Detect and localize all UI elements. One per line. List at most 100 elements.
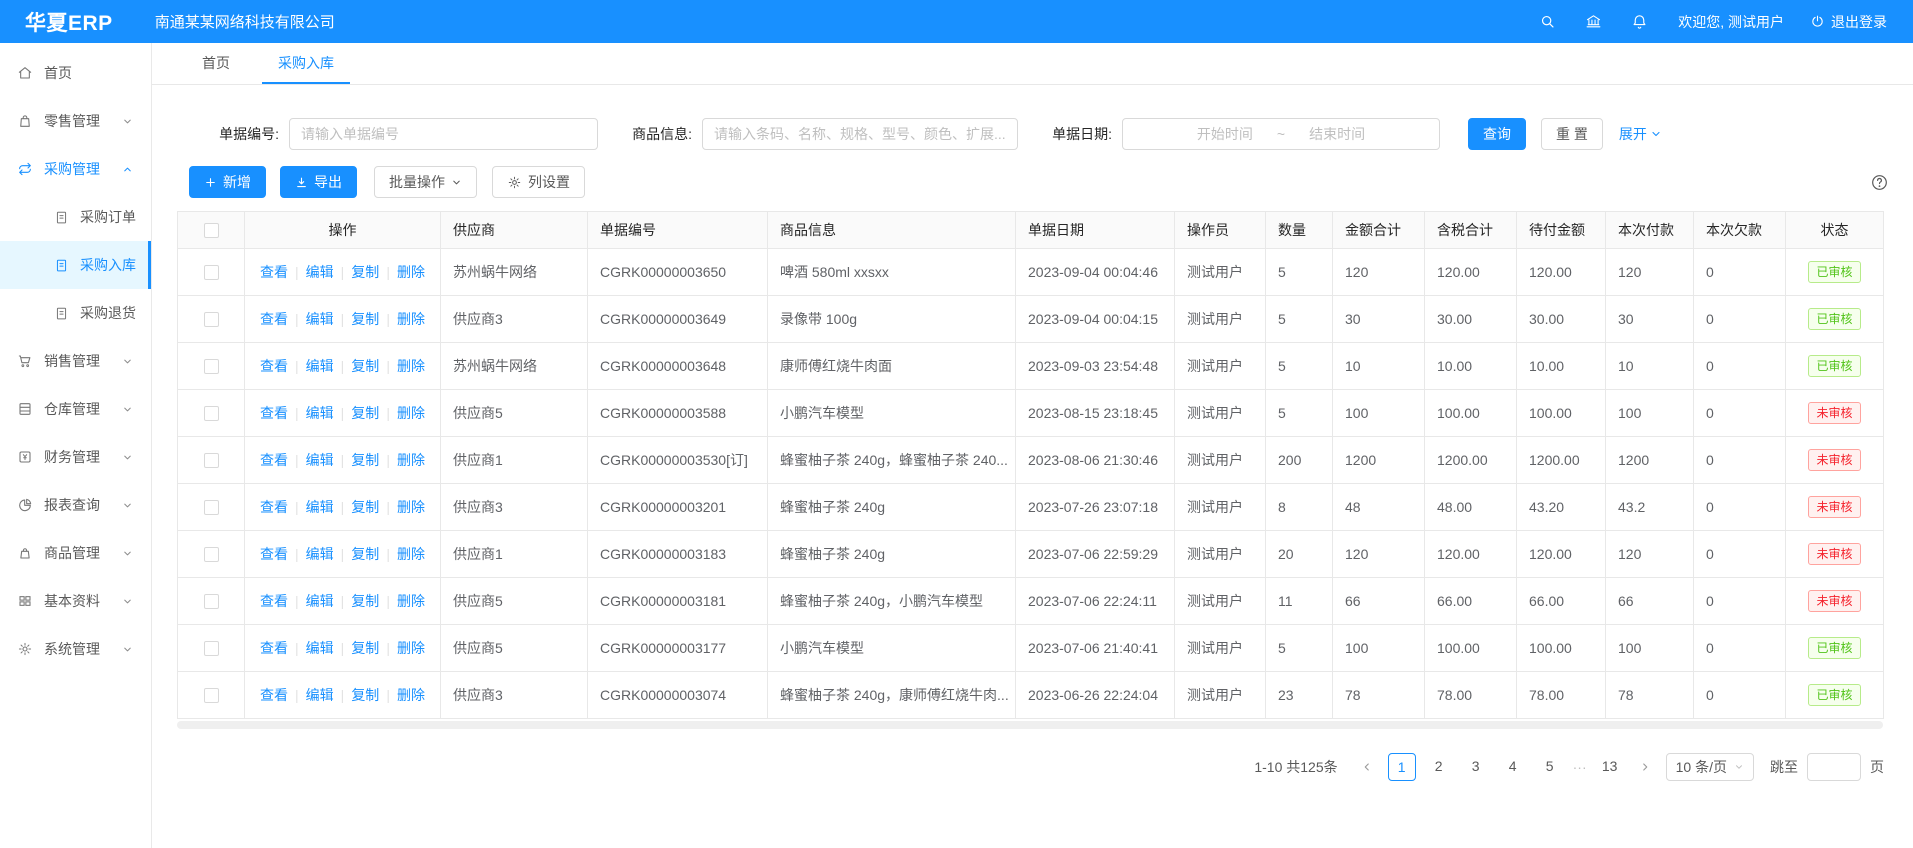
edit-link[interactable]: 编辑 [306,499,334,515]
delete-link[interactable]: 删除 [397,405,425,421]
sidebar-subitem-purchase-return[interactable]: 采购退货 [0,289,151,337]
sidebar-item-home[interactable]: 首页 [0,49,151,97]
help-icon[interactable] [1870,173,1889,192]
row-checkbox[interactable] [204,500,219,515]
delete-link[interactable]: 删除 [397,593,425,609]
page-13-button[interactable]: 13 [1596,753,1624,781]
copy-link[interactable]: 复制 [351,405,379,421]
row-checkbox[interactable] [204,312,219,327]
view-link[interactable]: 查看 [260,640,288,656]
tab-home[interactable]: 首页 [186,43,246,84]
page-size-select[interactable]: 10 条/页 [1666,753,1754,781]
expand-link[interactable]: 展开 [1619,124,1662,144]
edit-link[interactable]: 编辑 [306,452,334,468]
edit-link[interactable]: 编辑 [306,640,334,656]
delete-link[interactable]: 删除 [397,264,425,280]
logout-button[interactable]: 退出登录 [1810,12,1887,32]
edit-link[interactable]: 编辑 [306,311,334,327]
sidebar-item-basedata[interactable]: 基本资料 [0,577,151,625]
cell-supplier: 供应商5 [441,390,588,437]
add-button[interactable]: 新增 [189,166,266,198]
copy-link[interactable]: 复制 [351,358,379,374]
jump-to-input[interactable] [1807,753,1861,781]
copy-link[interactable]: 复制 [351,452,379,468]
delete-link[interactable]: 删除 [397,358,425,374]
view-link[interactable]: 查看 [260,593,288,609]
data-table: 操作供应商单据编号商品信息单据日期操作员数量金额合计含税合计待付金额本次付款本次… [177,211,1884,719]
select-all-checkbox[interactable] [204,223,219,238]
delete-link[interactable]: 删除 [397,452,425,468]
sidebar-item-finance[interactable]: 财务管理 [0,433,151,481]
delete-link[interactable]: 删除 [397,499,425,515]
sidebar-item-retail[interactable]: 零售管理 [0,97,151,145]
view-link[interactable]: 查看 [260,546,288,562]
row-checkbox[interactable] [204,688,219,703]
delete-link[interactable]: 删除 [397,687,425,703]
edit-link[interactable]: 编辑 [306,264,334,280]
material-input[interactable] [702,118,1018,150]
sidebar-item-purchase[interactable]: 采购管理 [0,145,151,193]
copy-link[interactable]: 复制 [351,311,379,327]
page-3-button[interactable]: 3 [1462,753,1490,781]
copy-link[interactable]: 复制 [351,264,379,280]
copy-link[interactable]: 复制 [351,499,379,515]
delete-link[interactable]: 删除 [397,311,425,327]
edit-link[interactable]: 编辑 [306,687,334,703]
view-link[interactable]: 查看 [260,405,288,421]
page-4-button[interactable]: 4 [1499,753,1527,781]
cell-material: 蜂蜜柚子茶 240g [768,484,1016,531]
column-settings-button[interactable]: 列设置 [492,166,585,198]
row-checkbox[interactable] [204,594,219,609]
pagination-ellipsis[interactable]: ··· [1573,759,1587,775]
copy-link[interactable]: 复制 [351,546,379,562]
row-checkbox[interactable] [204,547,219,562]
page-1-button[interactable]: 1 [1388,753,1416,781]
edit-link[interactable]: 编辑 [306,546,334,562]
search-icon[interactable] [1539,13,1556,30]
cell-due: 10.00 [1517,343,1606,390]
copy-link[interactable]: 复制 [351,687,379,703]
sidebar-subitem-purchase-order[interactable]: 采购订单 [0,193,151,241]
edit-link[interactable]: 编辑 [306,405,334,421]
row-checkbox[interactable] [204,359,219,374]
date-range-picker[interactable]: 开始时间 ~ 结束时间 [1122,118,1440,150]
bill-no-input[interactable] [289,118,598,150]
sidebar-item-warehouse[interactable]: 仓库管理 [0,385,151,433]
row-checkbox[interactable] [204,453,219,468]
sidebar-item-sales[interactable]: 销售管理 [0,337,151,385]
edit-link[interactable]: 编辑 [306,593,334,609]
cell-total: 10 [1333,343,1425,390]
next-page-button[interactable] [1633,753,1657,781]
search-button[interactable]: 查询 [1468,118,1526,150]
copy-link[interactable]: 复制 [351,593,379,609]
tab-purchase-inbound[interactable]: 采购入库 [262,43,350,84]
edit-link[interactable]: 编辑 [306,358,334,374]
cell-debt: 0 [1694,672,1786,719]
view-link[interactable]: 查看 [260,499,288,515]
prev-page-button[interactable] [1355,753,1379,781]
horizontal-scrollbar[interactable] [177,721,1883,729]
sidebar-subitem-purchase-inbound[interactable]: 采购入库 [0,241,151,289]
delete-link[interactable]: 删除 [397,546,425,562]
row-checkbox[interactable] [204,265,219,280]
delete-link[interactable]: 删除 [397,640,425,656]
view-link[interactable]: 查看 [260,687,288,703]
view-link[interactable]: 查看 [260,358,288,374]
row-checkbox[interactable] [204,406,219,421]
platform-bank-icon[interactable] [1585,13,1602,30]
sidebar-item-system[interactable]: 系统管理 [0,625,151,673]
view-link[interactable]: 查看 [260,311,288,327]
page-2-button[interactable]: 2 [1425,753,1453,781]
copy-link[interactable]: 复制 [351,640,379,656]
sidebar-item-reports[interactable]: 报表查询 [0,481,151,529]
reset-button[interactable]: 重 置 [1541,118,1603,150]
page-5-button[interactable]: 5 [1536,753,1564,781]
row-checkbox[interactable] [204,641,219,656]
notification-bell-icon[interactable] [1631,13,1648,30]
batch-operations-button[interactable]: 批量操作 [374,166,477,198]
view-link[interactable]: 查看 [260,452,288,468]
export-button[interactable]: 导出 [280,166,357,198]
sidebar-item-goods[interactable]: 商品管理 [0,529,151,577]
plus-icon [204,176,217,189]
view-link[interactable]: 查看 [260,264,288,280]
